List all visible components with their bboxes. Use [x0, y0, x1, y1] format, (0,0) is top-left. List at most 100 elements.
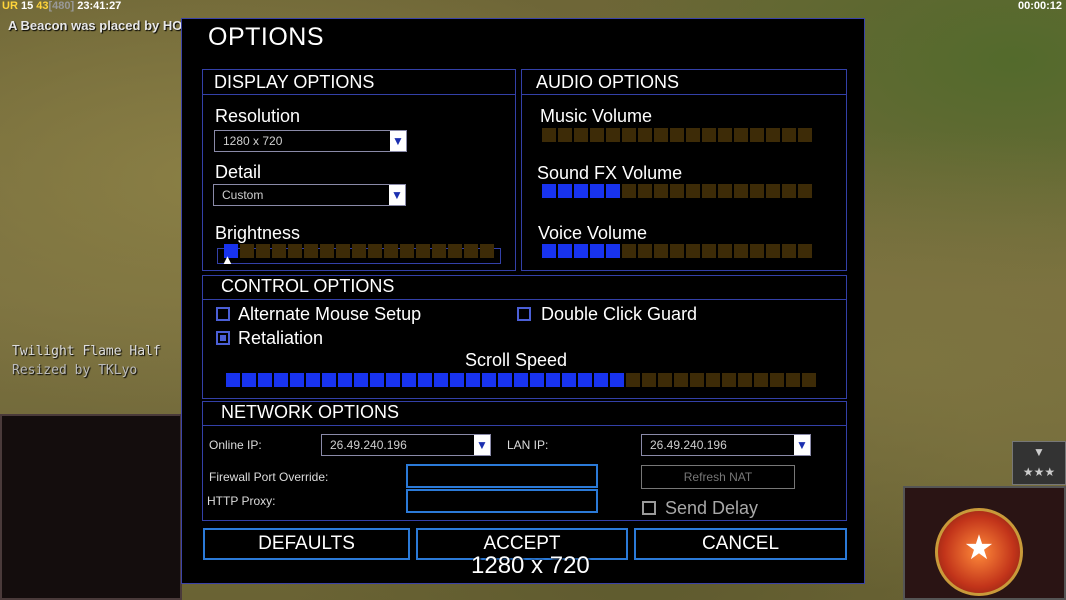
level-segment[interactable]	[802, 373, 816, 387]
level-segment[interactable]	[320, 244, 334, 258]
level-segment[interactable]	[336, 244, 350, 258]
double-click-guard-checkbox[interactable]	[517, 307, 531, 321]
online-ip-select[interactable]: 26.49.240.196 ▼	[321, 434, 491, 456]
level-segment[interactable]	[594, 373, 608, 387]
level-segment[interactable]	[754, 373, 768, 387]
level-segment[interactable]	[782, 128, 796, 142]
send-delay-checkbox[interactable]	[642, 501, 656, 515]
level-segment[interactable]	[288, 244, 302, 258]
level-segment[interactable]	[782, 184, 796, 198]
level-segment[interactable]	[770, 373, 784, 387]
retaliation-checkbox[interactable]	[216, 331, 230, 345]
level-segment[interactable]	[304, 244, 318, 258]
level-segment[interactable]	[622, 244, 636, 258]
level-segment[interactable]	[558, 244, 572, 258]
level-segment[interactable]	[432, 244, 446, 258]
scroll-speed-slider[interactable]	[226, 373, 816, 387]
level-segment[interactable]	[574, 244, 588, 258]
level-segment[interactable]	[272, 244, 286, 258]
voice-volume-slider[interactable]	[542, 244, 812, 258]
level-segment[interactable]	[546, 373, 560, 387]
refresh-nat-button[interactable]: Refresh NAT	[641, 465, 795, 489]
level-segment[interactable]	[702, 128, 716, 142]
level-segment[interactable]	[354, 373, 368, 387]
chevron-down-icon[interactable]: ▼	[474, 435, 490, 455]
cancel-button[interactable]: CANCEL	[634, 528, 847, 560]
music-volume-slider[interactable]	[542, 128, 812, 142]
level-segment[interactable]	[798, 128, 812, 142]
level-segment[interactable]	[242, 373, 256, 387]
level-segment[interactable]	[542, 128, 556, 142]
level-segment[interactable]	[766, 184, 780, 198]
level-segment[interactable]	[622, 184, 636, 198]
slider-thumb-icon[interactable]: ▲	[221, 253, 234, 266]
brightness-slider[interactable]	[224, 244, 494, 258]
level-segment[interactable]	[638, 244, 652, 258]
level-segment[interactable]	[574, 128, 588, 142]
level-segment[interactable]	[750, 128, 764, 142]
radar-minimap[interactable]	[0, 414, 182, 600]
level-segment[interactable]	[606, 244, 620, 258]
level-segment[interactable]	[622, 128, 636, 142]
level-segment[interactable]	[798, 244, 812, 258]
level-segment[interactable]	[786, 373, 800, 387]
level-segment[interactable]	[256, 244, 270, 258]
level-segment[interactable]	[368, 244, 382, 258]
level-segment[interactable]	[654, 128, 668, 142]
chevron-down-icon[interactable]: ▼	[794, 435, 810, 455]
level-segment[interactable]	[542, 244, 556, 258]
chevron-down-icon[interactable]: ▼	[390, 131, 406, 151]
sidebar-tab-button[interactable]: ▼ ★★★	[1012, 441, 1066, 485]
level-segment[interactable]	[718, 184, 732, 198]
level-segment[interactable]	[674, 373, 688, 387]
level-segment[interactable]	[686, 128, 700, 142]
level-segment[interactable]	[610, 373, 624, 387]
level-segment[interactable]	[590, 128, 604, 142]
chevron-down-icon[interactable]: ▼	[389, 185, 405, 205]
http-proxy-input[interactable]	[406, 489, 598, 513]
level-segment[interactable]	[338, 373, 352, 387]
level-segment[interactable]	[482, 373, 496, 387]
level-segment[interactable]	[322, 373, 336, 387]
level-segment[interactable]	[626, 373, 640, 387]
level-segment[interactable]	[734, 128, 748, 142]
level-segment[interactable]	[448, 244, 462, 258]
level-segment[interactable]	[258, 373, 272, 387]
level-segment[interactable]	[686, 244, 700, 258]
level-segment[interactable]	[670, 244, 684, 258]
level-segment[interactable]	[352, 244, 366, 258]
level-segment[interactable]	[606, 128, 620, 142]
lan-ip-select[interactable]: 26.49.240.196 ▼	[641, 434, 811, 456]
level-segment[interactable]	[530, 373, 544, 387]
level-segment[interactable]	[480, 244, 494, 258]
level-segment[interactable]	[766, 128, 780, 142]
level-segment[interactable]	[542, 184, 556, 198]
level-segment[interactable]	[418, 373, 432, 387]
level-segment[interactable]	[606, 184, 620, 198]
level-segment[interactable]	[702, 244, 716, 258]
level-segment[interactable]	[750, 184, 764, 198]
level-segment[interactable]	[766, 244, 780, 258]
level-segment[interactable]	[590, 184, 604, 198]
level-segment[interactable]	[638, 128, 652, 142]
defaults-button[interactable]: DEFAULTS	[203, 528, 410, 560]
level-segment[interactable]	[750, 244, 764, 258]
level-segment[interactable]	[240, 244, 254, 258]
level-segment[interactable]	[274, 373, 288, 387]
level-segment[interactable]	[738, 373, 752, 387]
level-segment[interactable]	[578, 373, 592, 387]
firewall-port-input[interactable]	[406, 464, 598, 488]
resolution-select[interactable]: 1280 x 720 ▼	[214, 130, 407, 152]
level-segment[interactable]	[464, 244, 478, 258]
level-segment[interactable]	[558, 128, 572, 142]
level-segment[interactable]	[782, 244, 796, 258]
level-segment[interactable]	[670, 184, 684, 198]
level-segment[interactable]	[514, 373, 528, 387]
level-segment[interactable]	[718, 128, 732, 142]
detail-select[interactable]: Custom ▼	[213, 184, 406, 206]
level-segment[interactable]	[690, 373, 704, 387]
level-segment[interactable]	[306, 373, 320, 387]
level-segment[interactable]	[722, 373, 736, 387]
level-segment[interactable]	[370, 373, 384, 387]
level-segment[interactable]	[558, 184, 572, 198]
